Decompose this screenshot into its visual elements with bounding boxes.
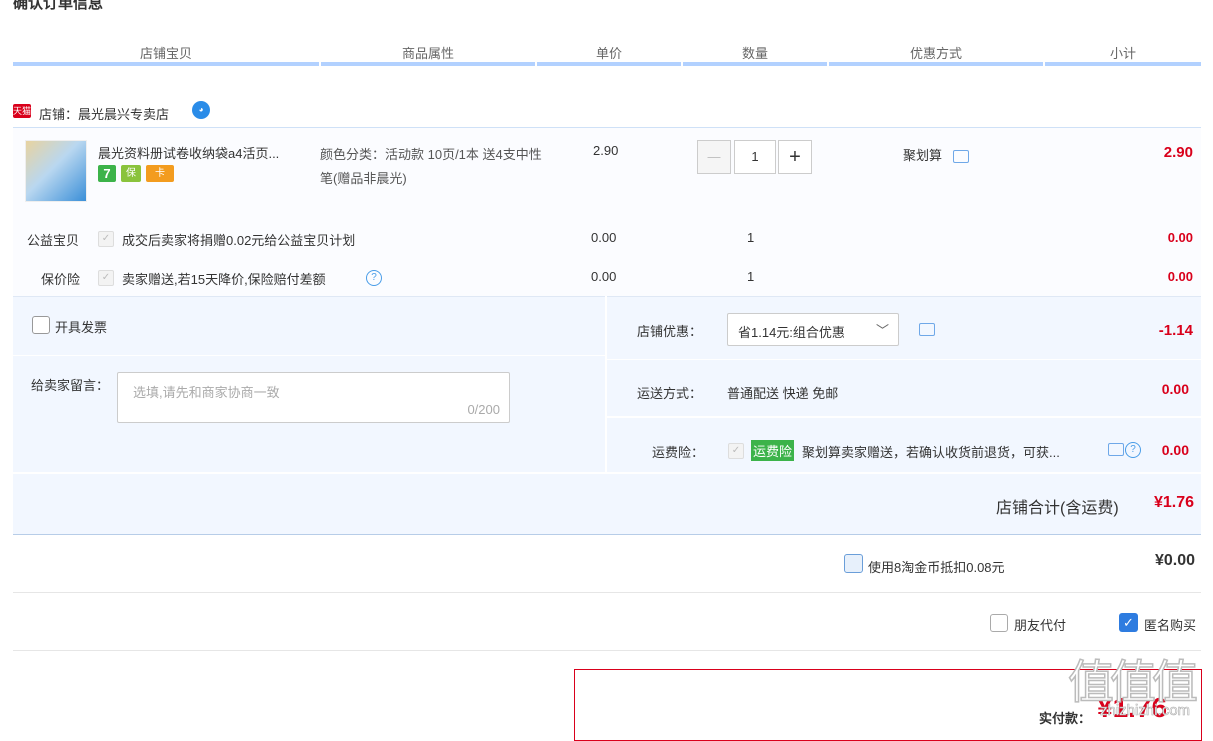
friend-pay-checkbox[interactable]	[990, 614, 1008, 632]
discount-label: 店铺优惠：	[637, 324, 703, 339]
unit-price: 2.90	[593, 143, 619, 158]
price-protect-label: 保价险	[41, 272, 81, 287]
promo-label: 聚划算	[903, 148, 943, 163]
guarantee-icon[interactable]: 保	[121, 165, 141, 182]
coins-amount: ¥0.00	[1154, 552, 1195, 569]
coins-label: 使用8淘金币抵扣0.08元	[868, 560, 1005, 575]
qty-minus-button[interactable]: —	[697, 140, 731, 174]
freight-insurance-desc: 聚划算卖家赠送，若确认收货前退货，可获...	[802, 445, 1060, 460]
qty-input[interactable]: 1	[734, 140, 776, 174]
shipping-value: 普通配送 快递 免邮	[727, 386, 839, 401]
price-protect-checkbox: ✓	[98, 270, 114, 286]
comment-icon[interactable]	[1108, 443, 1124, 456]
freight-insurance-tag: 运费险	[751, 440, 795, 461]
product-attributes: 颜色分类：活动款 10页/1本 送4支中性笔(赠品非晨光)	[320, 147, 542, 186]
message-label: 给卖家留言：	[31, 378, 110, 393]
charity-label: 公益宝贝	[27, 233, 80, 248]
price-protect-qty: 1	[747, 269, 755, 284]
price-protect-price: 0.00	[591, 269, 617, 284]
header-divider	[319, 62, 321, 66]
header-underline	[13, 62, 1201, 66]
message-placeholder: 选填,请先和商家协商一致	[133, 385, 280, 400]
col-header-subtotal: 小计	[1109, 46, 1136, 61]
shop-total-label: 店铺合计(含运费)	[996, 500, 1119, 517]
watermark-site: zhizhizhi.com	[1100, 702, 1191, 720]
message-textarea[interactable]: 选填,请先和商家协商一致 0/200	[117, 372, 510, 423]
charity-checkbox: ✓	[98, 231, 114, 247]
freight-insurance-amount: 0.00	[1161, 442, 1189, 458]
comment-icon[interactable]	[953, 150, 969, 163]
invoice-label: 开具发票	[55, 320, 108, 335]
tmall-logo: 天猫	[13, 104, 32, 118]
charity-qty: 1	[747, 230, 755, 245]
col-header-qty: 数量	[741, 46, 768, 61]
shop-total-amount: ¥1.76	[1153, 494, 1194, 511]
col-header-discount: 优惠方式	[909, 46, 962, 61]
page-title: 确认订单信息	[13, 0, 104, 12]
shop-name[interactable]: 店铺：晨光晨兴专卖店	[39, 104, 169, 123]
divider	[13, 650, 1201, 651]
credit-card-icon[interactable]: 卡	[146, 165, 174, 182]
shipping-amount: 0.00	[1161, 381, 1189, 397]
header-divider	[681, 62, 683, 66]
col-header-items: 店铺宝贝	[139, 46, 192, 61]
discount-value: 省1.14元:组合优惠	[738, 325, 845, 340]
discount-amount: -1.14	[1158, 322, 1193, 339]
coins-checkbox[interactable]	[844, 554, 863, 573]
comment-icon[interactable]	[919, 323, 935, 336]
anonymous-label: 匿名购买	[1144, 618, 1197, 633]
invoice-checkbox[interactable]	[32, 316, 50, 334]
help-icon[interactable]: ?	[366, 270, 382, 286]
item-subtotal: 2.90	[1163, 144, 1193, 161]
header-divider	[1043, 62, 1045, 66]
chevron-down-icon: ﹀	[875, 323, 889, 338]
qty-plus-button[interactable]: +	[778, 140, 812, 174]
col-header-attrs: 商品属性	[401, 46, 454, 61]
header-divider	[827, 62, 829, 66]
charity-subtotal: 0.00	[1167, 230, 1193, 245]
price-protect-subtotal: 0.00	[1167, 269, 1193, 284]
product-thumbnail[interactable]	[25, 140, 87, 202]
anonymous-checkbox[interactable]: ✓	[1119, 613, 1138, 632]
freight-insurance-label: 运费险：	[652, 445, 705, 460]
message-counter: 0/200	[467, 402, 500, 417]
friend-pay-label: 朋友代付	[1014, 618, 1067, 633]
charity-price: 0.00	[591, 230, 617, 245]
seven-day-return-icon[interactable]: 7	[98, 165, 116, 182]
discount-select[interactable]: 省1.14元:组合优惠 ﹀	[727, 313, 899, 346]
divider	[13, 592, 1201, 593]
col-header-price: 单价	[595, 46, 622, 61]
price-protect-desc: 卖家赠送,若15天降价,保险赔付差额	[122, 272, 326, 287]
product-title[interactable]: 晨光资料册试卷收纳袋a4活页...	[98, 143, 308, 162]
wangwang-icon[interactable]: ◕	[192, 101, 210, 119]
header-divider	[535, 62, 537, 66]
help-icon[interactable]: ?	[1125, 442, 1141, 458]
charity-desc: 成交后卖家将捐赠0.02元给公益宝贝计划	[122, 233, 356, 248]
shipping-label: 运送方式：	[637, 386, 703, 401]
freight-insurance-checkbox: ✓	[728, 443, 744, 459]
